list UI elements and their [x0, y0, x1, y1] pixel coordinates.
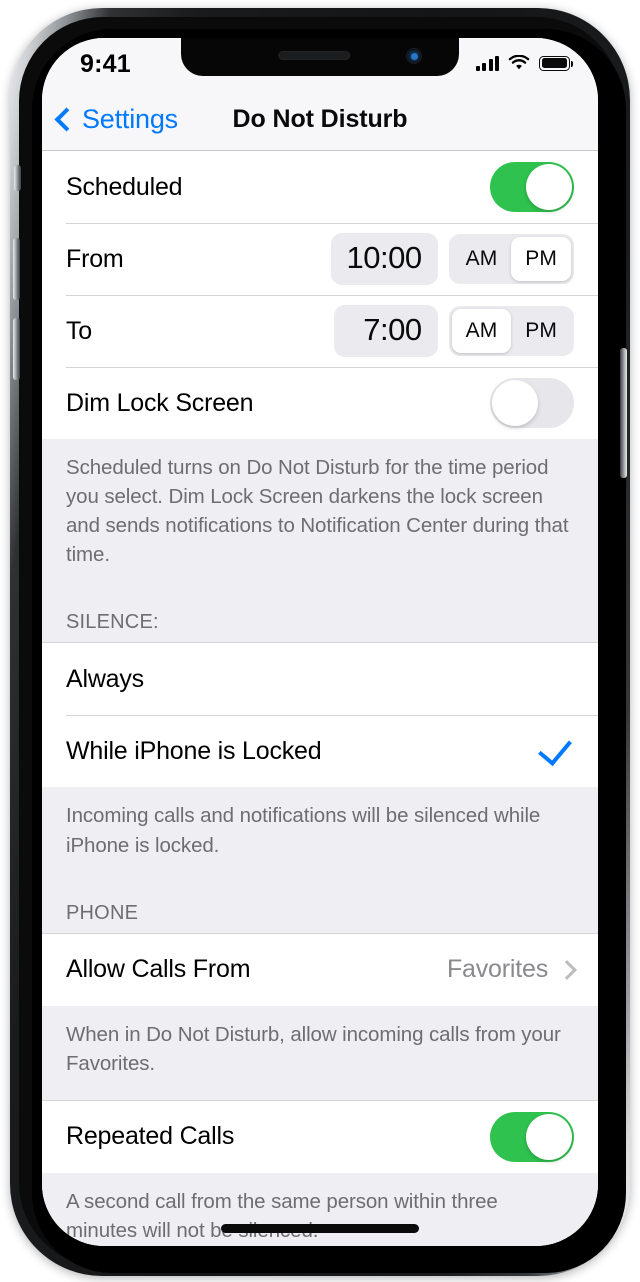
- earpiece-speaker-icon: [278, 51, 351, 60]
- to-time-field[interactable]: 7:00: [333, 305, 438, 357]
- to-am-segment[interactable]: AM: [451, 309, 512, 353]
- home-indicator[interactable]: [221, 1224, 419, 1233]
- silence-group: Always While iPhone is Locked: [42, 643, 598, 788]
- ringer-switch-button[interactable]: [14, 165, 21, 191]
- repeated-calls-footer-text: A second call from the same person withi…: [42, 1172, 598, 1246]
- row-allow-calls-from[interactable]: Allow Calls From Favorites: [42, 933, 598, 1006]
- volume-down-button[interactable]: [13, 318, 20, 380]
- repeated-calls-label: Repeated Calls: [66, 1122, 235, 1151]
- chevron-right-icon: [557, 959, 577, 980]
- silence-while-locked-label: While iPhone is Locked: [66, 736, 322, 765]
- dim-lock-screen-toggle[interactable]: [490, 378, 574, 428]
- to-ampm-segmented-control[interactable]: AM PM: [448, 306, 574, 356]
- row-repeated-calls[interactable]: Repeated Calls: [42, 1100, 598, 1173]
- row-to[interactable]: To 7:00 AM PM: [42, 295, 598, 367]
- phone-screen: 9:41 Settings Do Not Disturb Scheduled F…: [42, 38, 598, 1246]
- row-dim-lock-screen[interactable]: Dim Lock Screen: [42, 367, 598, 439]
- scheduled-toggle[interactable]: [490, 162, 574, 212]
- allow-calls-from-value: Favorites: [446, 955, 548, 984]
- from-time-field[interactable]: 10:00: [330, 233, 438, 285]
- scheduled-label: Scheduled: [66, 172, 183, 201]
- row-scheduled[interactable]: Scheduled: [42, 151, 598, 223]
- navigation-bar: Settings Do Not Disturb: [42, 88, 598, 151]
- status-bar-time: 9:41: [80, 50, 131, 78]
- schedule-group: Scheduled From 10:00 AM PM To 7:00 AM PM…: [42, 151, 598, 439]
- dim-lock-screen-label: Dim Lock Screen: [66, 388, 254, 417]
- to-pm-segment[interactable]: PM: [511, 309, 571, 353]
- from-am-segment[interactable]: AM: [452, 237, 512, 281]
- from-label: From: [66, 244, 124, 273]
- allow-calls-footer-text: When in Do Not Disturb, allow incoming c…: [42, 1005, 598, 1100]
- silence-always-label: Always: [66, 664, 144, 693]
- from-ampm-segmented-control[interactable]: AM PM: [448, 234, 574, 284]
- phone-group: Allow Calls From Favorites: [42, 933, 598, 1006]
- checkmark-icon: [538, 730, 572, 767]
- repeated-calls-group: Repeated Calls: [42, 1100, 598, 1173]
- repeated-calls-toggle[interactable]: [490, 1111, 574, 1162]
- iphone-device-frame: 9:41 Settings Do Not Disturb Scheduled F…: [10, 8, 630, 1276]
- from-time-value: 10:00: [346, 240, 423, 275]
- from-pm-segment[interactable]: PM: [511, 237, 571, 281]
- row-silence-while-locked[interactable]: While iPhone is Locked: [42, 715, 598, 788]
- page-title: Do Not Disturb: [232, 104, 408, 133]
- schedule-footer-text: Scheduled turns on Do Not Disturb for th…: [42, 439, 598, 592]
- settings-list[interactable]: Scheduled From 10:00 AM PM To 7:00 AM PM…: [42, 151, 598, 1246]
- silence-footer-text: Incoming calls and notifications will be…: [42, 787, 598, 882]
- to-time-value: 7:00: [363, 312, 422, 347]
- wifi-icon: [508, 55, 530, 70]
- allow-calls-from-label: Allow Calls From: [66, 955, 251, 984]
- notch: [181, 38, 459, 76]
- status-bar-indicators: [475, 55, 573, 71]
- row-silence-always[interactable]: Always: [42, 643, 598, 716]
- cellular-signal-icon: [475, 55, 499, 71]
- front-camera-icon: [407, 49, 421, 63]
- battery-full-icon: [539, 55, 573, 71]
- silence-section-header: SILENCE:: [42, 591, 598, 643]
- to-label: To: [66, 316, 93, 345]
- row-from[interactable]: From 10:00 AM PM: [42, 223, 598, 295]
- volume-up-button[interactable]: [13, 238, 20, 300]
- power-button[interactable]: [620, 348, 627, 478]
- phone-section-header: PHONE: [42, 881, 598, 933]
